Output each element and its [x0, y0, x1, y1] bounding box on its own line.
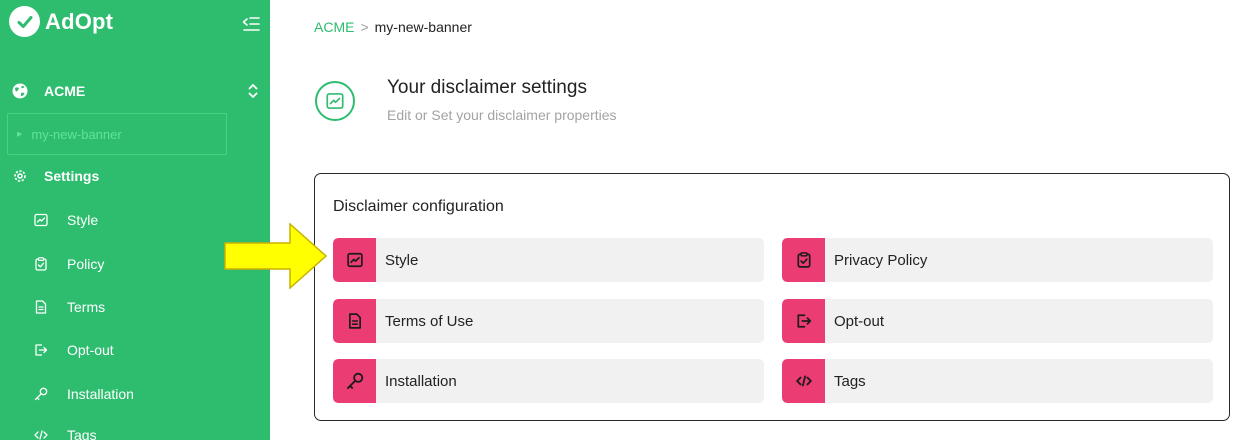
sidebar-item-label: Style — [67, 212, 99, 228]
page-subtitle: Edit or Set your disclaimer properties — [387, 107, 617, 123]
org-selector[interactable]: ACME — [12, 80, 260, 102]
caret-right-icon: ▶ — [17, 131, 23, 138]
tile-tags[interactable]: Tags — [782, 359, 1213, 403]
tile-label: Opt-out — [834, 312, 885, 330]
sidebar-item-policy[interactable]: Policy — [34, 256, 104, 272]
sidebar-item-label: Policy — [67, 256, 105, 272]
tile-terms-of-use[interactable]: Terms of Use — [333, 299, 764, 343]
tile-label: Installation — [385, 372, 457, 390]
collapse-sidebar-icon[interactable] — [241, 15, 261, 33]
sidebar-item-banner[interactable]: ▶ my-new-banner — [7, 113, 227, 155]
sidebar-item-label: Tags — [67, 427, 97, 440]
annotation-arrow-icon — [224, 223, 328, 289]
key-icon — [333, 359, 376, 403]
logo-check-icon — [9, 6, 40, 37]
key-icon — [34, 387, 48, 401]
app-logo[interactable]: AdOpt — [9, 6, 113, 37]
tile-opt-out[interactable]: Opt-out — [782, 299, 1213, 343]
banner-label: my-new-banner — [31, 126, 122, 142]
document-icon — [333, 299, 376, 343]
terms-icon — [35, 300, 47, 314]
gear-icon — [14, 170, 26, 182]
tile-label: Tags — [834, 372, 866, 390]
sidebar-item-installation[interactable]: Installation — [34, 386, 134, 402]
chevron-up-down-icon — [248, 84, 258, 98]
opt-out-icon — [35, 344, 48, 356]
disclaimer-config-card: Disclaimer configuration Style Privacy P… — [314, 173, 1230, 421]
sidebar-item-terms[interactable]: Terms — [34, 299, 105, 315]
header-style-icon — [315, 81, 355, 121]
code-icon — [782, 359, 825, 403]
tile-label: Style — [385, 251, 419, 269]
style-icon — [333, 238, 376, 282]
settings-label: Settings — [44, 168, 100, 184]
clipboard-check-icon — [782, 238, 825, 282]
sidebar-item-label: Installation — [67, 386, 134, 402]
code-icon — [34, 430, 48, 440]
breadcrumb-current: my-new-banner — [374, 19, 472, 35]
tile-style[interactable]: Style — [333, 238, 764, 282]
tile-label: Privacy Policy — [834, 251, 928, 269]
sidebar: AdOpt ACME ▶ my-new-banner Settings Styl… — [0, 0, 270, 440]
tile-label: Terms of Use — [385, 312, 474, 330]
page-title: Your disclaimer settings — [387, 77, 587, 98]
org-label: ACME — [44, 83, 86, 99]
sidebar-item-label: Terms — [67, 299, 106, 315]
breadcrumb: ACME > my-new-banner — [314, 19, 472, 35]
opt-out-icon — [782, 299, 825, 343]
sidebar-item-settings[interactable]: Settings — [12, 168, 99, 184]
tile-privacy-policy[interactable]: Privacy Policy — [782, 238, 1213, 282]
card-title: Disclaimer configuration — [333, 198, 504, 215]
sidebar-item-tags[interactable]: Tags — [34, 427, 97, 440]
logo-text: AdOpt — [45, 8, 114, 34]
style-icon — [34, 213, 48, 227]
sidebar-item-opt-out[interactable]: Opt-out — [34, 342, 114, 358]
tile-installation[interactable]: Installation — [333, 359, 764, 403]
breadcrumb-root-link[interactable]: ACME — [314, 19, 354, 35]
breadcrumb-separator: > — [360, 19, 369, 35]
globe-icon — [12, 83, 28, 99]
sidebar-item-label: Opt-out — [67, 342, 114, 358]
sidebar-item-style[interactable]: Style — [34, 212, 98, 228]
policy-icon — [35, 257, 47, 271]
